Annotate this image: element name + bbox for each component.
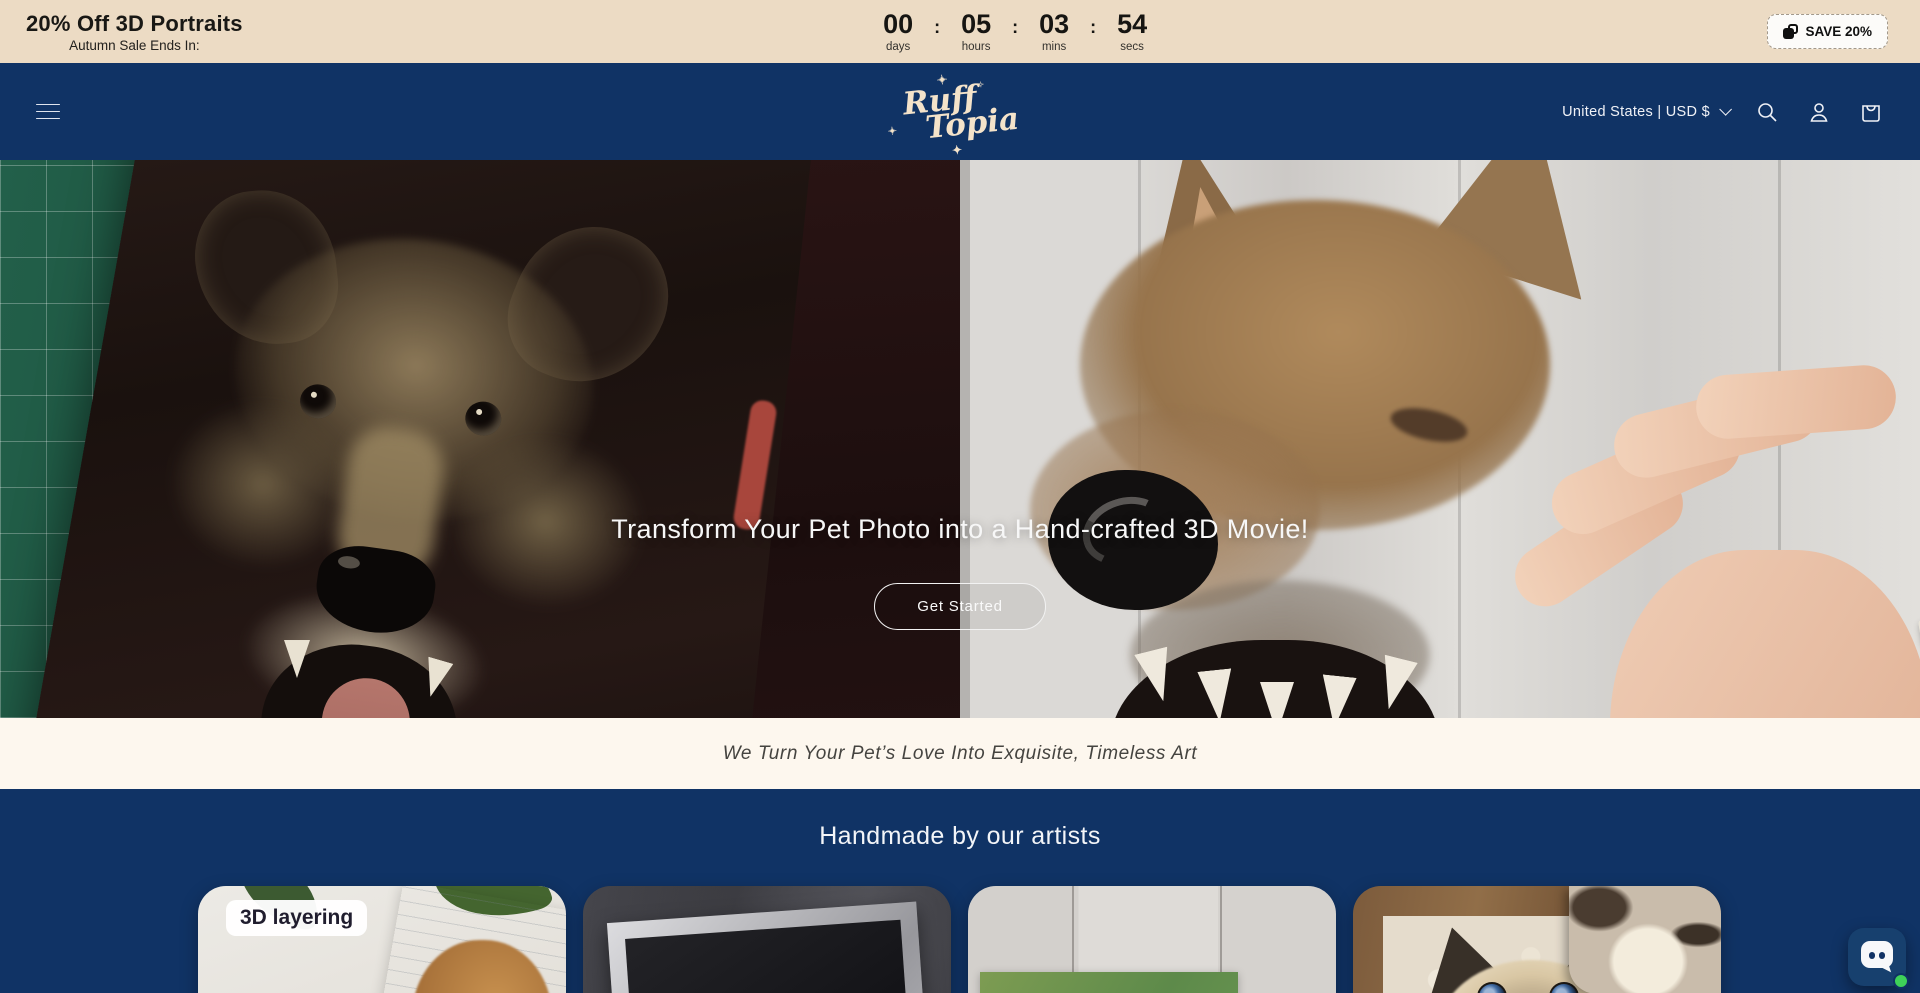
countdown-mins-label: mins (1042, 41, 1066, 53)
countdown-hours-value: 05 (961, 11, 991, 38)
hero-heading: Transform Your Pet Photo into a Hand-cra… (611, 514, 1308, 545)
gallery-card-row: 3D layering (198, 886, 1721, 993)
tagline-text: We Turn Your Pet’s Love Into Exquisite, … (723, 743, 1198, 765)
gallery-card-framed-portrait[interactable] (583, 886, 951, 993)
cart-button[interactable] (1858, 99, 1884, 125)
countdown-days: 00 days (872, 11, 924, 53)
discount-cube-icon (1783, 24, 1798, 39)
announcement-text-block: 20% Off 3D Portraits Autumn Sale Ends In… (26, 11, 243, 53)
countdown-mins: 03 mins (1028, 11, 1080, 53)
countdown-days-value: 00 (883, 11, 913, 38)
gallery-card-canvas-painting[interactable] (968, 886, 1336, 993)
countdown-separator: : (1012, 17, 1018, 38)
reference-photo-inset (1569, 886, 1721, 993)
account-icon (1807, 100, 1831, 124)
card-badge: 3D layering (226, 900, 367, 936)
locale-label: United States | USD $ (1562, 104, 1710, 120)
countdown-secs-value: 54 (1117, 11, 1147, 38)
hero-overlay: Transform Your Pet Photo into a Hand-cra… (0, 160, 1920, 718)
gallery-card-cat-portrait[interactable] (1353, 886, 1721, 993)
countdown-hours: 05 hours (950, 11, 1002, 53)
save-20-label: SAVE 20% (1805, 24, 1872, 39)
page: 20% Off 3D Portraits Autumn Sale Ends In… (0, 0, 1920, 993)
gallery-section: Handmade by our artists 3D layering (0, 789, 1920, 993)
search-icon (1755, 100, 1779, 124)
gallery-heading: Handmade by our artists (0, 822, 1920, 851)
save-20-button[interactable]: SAVE 20% (1767, 14, 1888, 49)
countdown-mins-value: 03 (1039, 11, 1069, 38)
sparkle-icon: ✦ (887, 126, 897, 136)
countdown-secs-label: secs (1120, 41, 1144, 53)
account-button[interactable] (1806, 99, 1832, 125)
header-controls: United States | USD $ (1562, 99, 1884, 125)
site-logo[interactable]: ✦ ✧ ✦ ✦ Ruff Topia (900, 79, 1021, 143)
hamburger-menu-button[interactable] (36, 104, 60, 120)
countdown-timer: 00 days : 05 hours : 03 mins : 54 secs (872, 11, 1158, 53)
announcement-bar: 20% Off 3D Portraits Autumn Sale Ends In… (0, 0, 1920, 63)
announcement-subtitle: Autumn Sale Ends In: (69, 38, 200, 53)
locale-currency-selector[interactable]: United States | USD $ (1562, 104, 1728, 120)
get-started-button[interactable]: Get Started (874, 583, 1046, 630)
sparkle-icon: ✦ (936, 74, 948, 86)
site-header: ✦ ✧ ✦ ✦ Ruff Topia United States | USD $ (0, 63, 1920, 160)
countdown-separator: : (1090, 17, 1096, 38)
online-status-dot (1893, 973, 1909, 989)
chevron-down-icon (1719, 103, 1732, 116)
chat-bubble-icon (1861, 941, 1893, 968)
countdown-days-label: days (886, 41, 910, 53)
hero-section: Transform Your Pet Photo into a Hand-cra… (0, 160, 1920, 718)
floral-canvas (980, 972, 1238, 993)
announcement-title: 20% Off 3D Portraits (26, 11, 243, 37)
sparkle-icon: ✧ (977, 81, 984, 88)
countdown-secs: 54 secs (1106, 11, 1158, 53)
sparkle-icon: ✦ (952, 144, 963, 155)
countdown-separator: : (934, 17, 940, 38)
logo-word-topia: Topia (924, 105, 1020, 141)
cart-icon (1859, 100, 1883, 124)
countdown-hours-label: hours (962, 41, 991, 53)
hamburger-icon (36, 104, 60, 106)
gallery-card-3d-layering[interactable]: 3D layering (198, 886, 566, 993)
search-button[interactable] (1754, 99, 1780, 125)
chat-widget-button[interactable] (1848, 928, 1906, 986)
tagline-strip: We Turn Your Pet’s Love Into Exquisite, … (0, 718, 1920, 789)
